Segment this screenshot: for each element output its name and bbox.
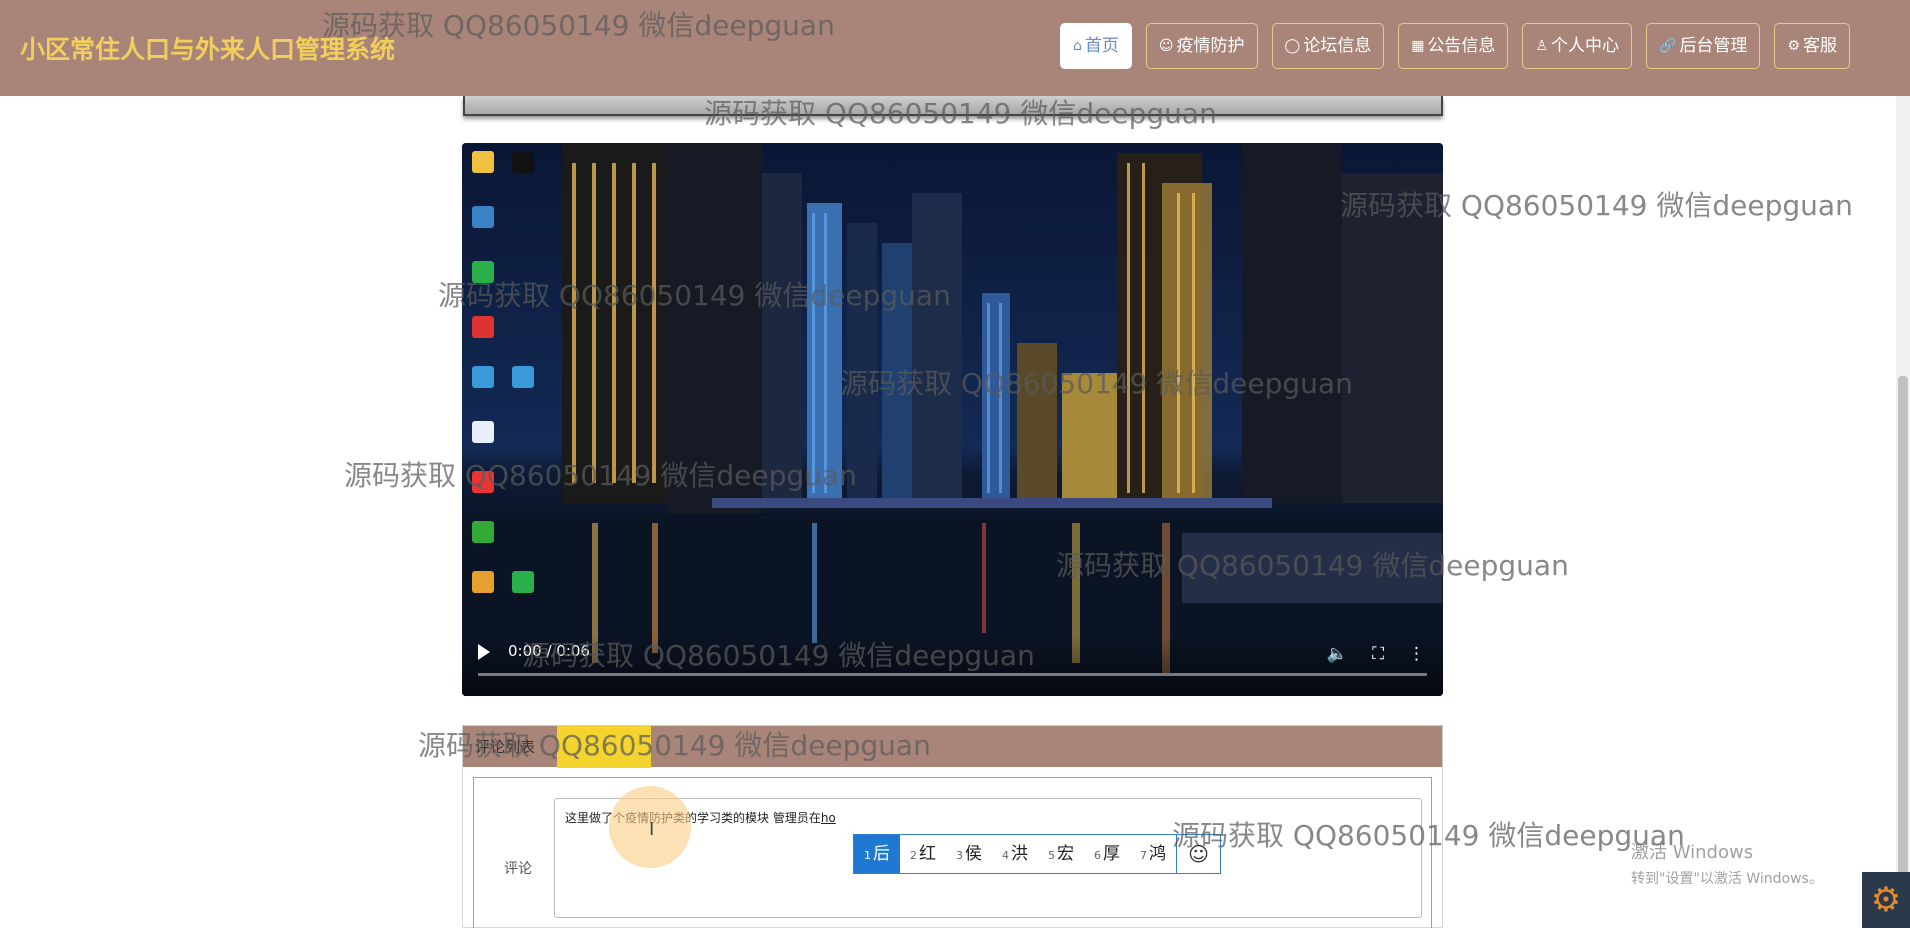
nav-notice[interactable]: ▦ 公告信息 xyxy=(1398,23,1509,69)
comment-list-tab[interactable]: 评论列表 xyxy=(475,736,535,757)
previous-image xyxy=(463,96,1443,116)
app-icon xyxy=(472,471,494,493)
ime-composition: ho xyxy=(820,811,836,825)
notice-icon: ▦ xyxy=(1411,38,1425,54)
wechat-icon xyxy=(472,261,494,283)
ime-candidate[interactable]: 2红 xyxy=(900,835,946,873)
nav-service-label: 客服 xyxy=(1803,36,1837,56)
page-scrollbar[interactable] xyxy=(1896,96,1910,928)
epidemic-icon: ☺ xyxy=(1158,38,1174,54)
computer-icon xyxy=(472,206,494,228)
ime-candidate-char: 厚 xyxy=(1103,844,1120,864)
ime-candidate-number: 7 xyxy=(1140,849,1147,862)
video-time: 0:00 / 0:06 xyxy=(508,642,590,660)
user-icon: ♙ xyxy=(1535,38,1548,54)
ime-candidate-number: 6 xyxy=(1094,849,1101,862)
app-icon xyxy=(512,151,534,173)
comment-label: 评论 xyxy=(504,861,532,877)
home-icon: ⌂ xyxy=(1073,38,1082,54)
service-icon: ⚙ xyxy=(1787,38,1800,54)
ime-candidate-number: 2 xyxy=(910,849,917,862)
nav-service[interactable]: ⚙ 客服 xyxy=(1774,23,1850,69)
text-cursor-icon: I xyxy=(649,819,655,840)
video-player[interactable]: 0:00 / 0:06 🔈 ⛶ ⋮ xyxy=(462,143,1443,696)
nav-forum-label: 论坛信息 xyxy=(1303,36,1372,56)
app-icon xyxy=(472,366,494,388)
text-highlight xyxy=(557,726,651,768)
nav-user-center-label: 个人中心 xyxy=(1551,36,1619,56)
ime-candidate-char: 红 xyxy=(919,844,936,864)
ime-candidate-number: 4 xyxy=(1002,849,1009,862)
scrollbar-thumb[interactable] xyxy=(1898,376,1908,928)
ime-candidate[interactable]: 4洪 xyxy=(992,835,1038,873)
ime-candidate-char: 侯 xyxy=(965,844,982,864)
play-icon[interactable] xyxy=(478,644,490,660)
comment-text: 这里做了个疫情防护类的学习类的模块 管理员在 xyxy=(565,811,821,825)
ime-candidate-char: 宏 xyxy=(1057,844,1074,864)
ime-candidate-number: 5 xyxy=(1048,849,1055,862)
ime-candidate[interactable]: 5宏 xyxy=(1038,835,1084,873)
video-progress-bar[interactable] xyxy=(478,673,1427,676)
windows-activation-notice: 激活 Windows 转到"设置"以激活 Windows。 xyxy=(1631,838,1823,888)
app-icon xyxy=(512,571,534,593)
video-controls: 0:00 / 0:06 🔈 ⛶ ⋮ xyxy=(462,636,1443,696)
site-title[interactable]: 小区常住人口与外来人口管理系统 xyxy=(20,30,395,66)
ime-candidate[interactable]: 3侯 xyxy=(946,835,992,873)
more-options-icon[interactable]: ⋮ xyxy=(1408,644,1425,664)
volume-icon[interactable]: 🔈 xyxy=(1327,644,1348,664)
video-right-controls: 🔈 ⛶ ⋮ xyxy=(1327,644,1425,664)
activation-subtitle: 转到"设置"以激活 Windows。 xyxy=(1631,871,1823,887)
fullscreen-icon[interactable]: ⛶ xyxy=(1372,644,1384,664)
video-frame-cityscape xyxy=(462,143,1443,696)
forum-icon: ◯ xyxy=(1284,38,1301,54)
top-navbar: 小区常住人口与外来人口管理系统 ⌂ 首页 ☺ 疫情防护 ◯ 论坛信息 ▦ 公告信息 ♙ 个… xyxy=(0,0,1910,96)
folder-icon xyxy=(472,151,494,173)
nav-notice-label: 公告信息 xyxy=(1427,36,1496,56)
activation-title: 激活 Windows xyxy=(1631,842,1754,863)
ime-candidate-bar: 1后 2红 3侯 4洪 5宏 6厚 7鸿 ☺ xyxy=(853,834,1221,874)
nav-admin[interactable]: 🔗 后台管理 xyxy=(1646,23,1761,69)
app-icon xyxy=(472,316,494,338)
nav-admin-label: 后台管理 xyxy=(1679,36,1748,56)
ime-candidate-char: 洪 xyxy=(1011,844,1028,864)
app-icon xyxy=(472,521,494,543)
app-icon xyxy=(512,366,534,388)
link-icon: 🔗 xyxy=(1659,38,1677,54)
ime-candidate-char: 后 xyxy=(873,844,890,864)
nav-forum[interactable]: ◯ 论坛信息 xyxy=(1271,23,1385,69)
ime-candidate-number: 1 xyxy=(864,849,871,862)
main-nav: ⌂ 首页 ☺ 疫情防护 ◯ 论坛信息 ▦ 公告信息 ♙ 个人中心 🔗 后台管理 ⚙ 客服 xyxy=(1046,23,1850,69)
ime-candidate[interactable]: 6厚 xyxy=(1084,835,1130,873)
comment-list-header: 评论列表 xyxy=(462,725,1443,768)
ime-candidate[interactable]: 7鸿 xyxy=(1130,835,1176,873)
app-icon xyxy=(472,571,494,593)
ime-candidate[interactable]: 1后 xyxy=(854,835,900,873)
ime-candidate-number: 3 xyxy=(956,849,963,862)
gear-icon[interactable]: ⚙ xyxy=(1862,872,1910,928)
ime-candidate-char: 鸿 xyxy=(1149,844,1166,864)
document-icon xyxy=(472,421,494,443)
nav-home-label: 首页 xyxy=(1084,36,1119,56)
nav-user-center[interactable]: ♙ 个人中心 xyxy=(1522,23,1632,69)
nav-home[interactable]: ⌂ 首页 xyxy=(1060,23,1132,69)
nav-epidemic[interactable]: ☺ 疫情防护 xyxy=(1145,23,1258,69)
emoji-icon[interactable]: ☺ xyxy=(1176,835,1220,873)
nav-epidemic-label: 疫情防护 xyxy=(1176,36,1245,56)
